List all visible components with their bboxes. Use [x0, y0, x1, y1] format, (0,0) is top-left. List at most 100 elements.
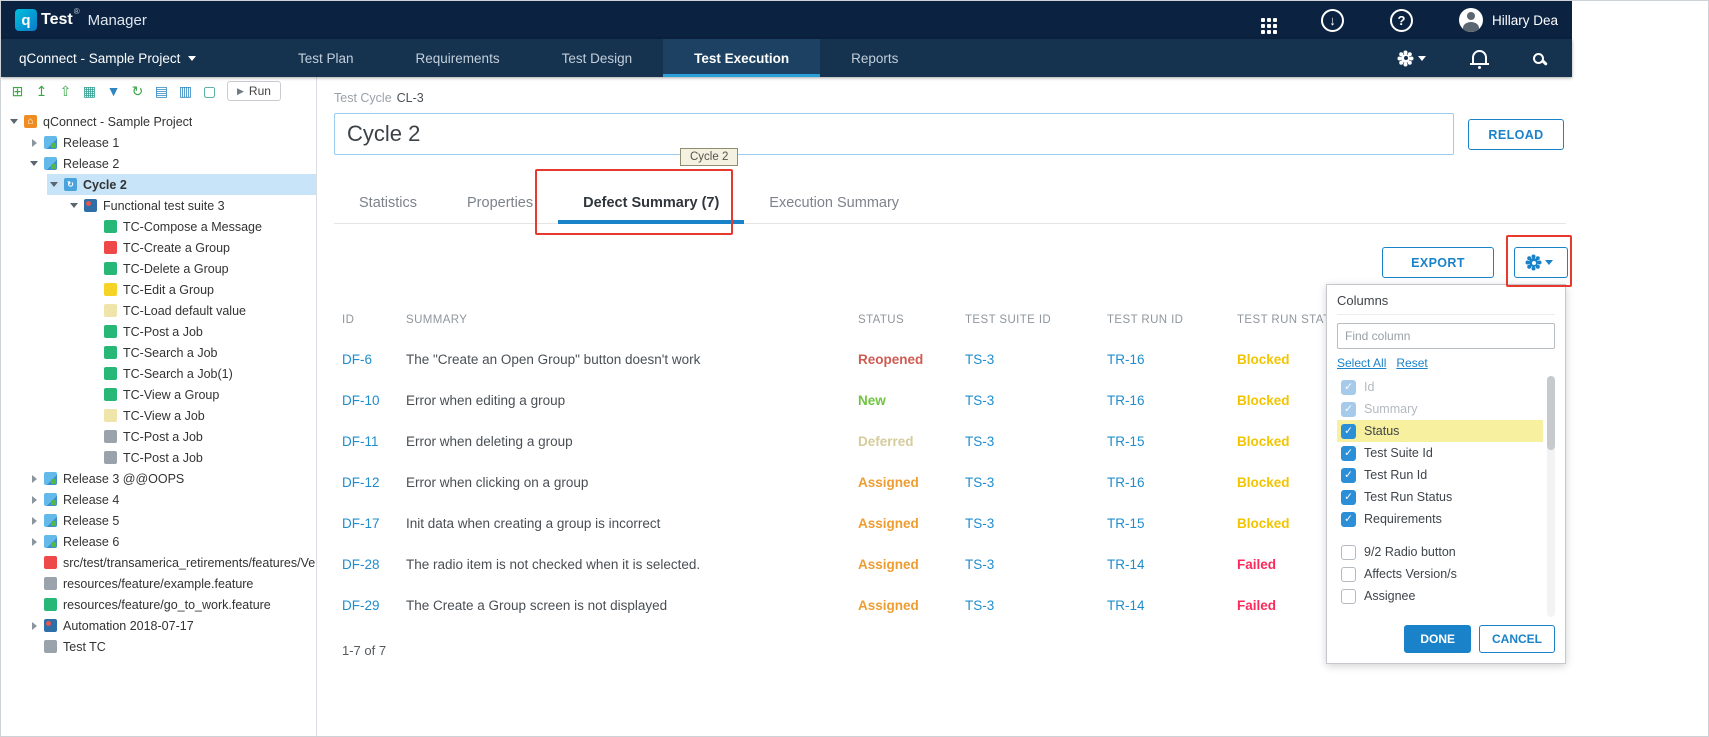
- defect-id-link[interactable]: DF-29: [342, 598, 406, 613]
- settings-menu[interactable]: [1401, 54, 1426, 63]
- tree-item[interactable]: TC-Post a Job: [87, 426, 316, 447]
- column-header[interactable]: SUMMARY: [406, 314, 858, 326]
- cancel-button[interactable]: CANCEL: [1479, 625, 1555, 653]
- tree-item[interactable]: TC-Post a Job: [87, 447, 316, 468]
- tree-item[interactable]: TC-Post a Job: [87, 321, 316, 342]
- checkbox[interactable]: [1341, 589, 1356, 604]
- nav-item[interactable]: Test Design: [531, 39, 664, 77]
- test-suite-link[interactable]: TS-3: [965, 516, 1107, 531]
- checkbox[interactable]: [1341, 512, 1356, 527]
- tree-item[interactable]: TC-Search a Job: [87, 342, 316, 363]
- column-option[interactable]: Test Run Status: [1337, 486, 1543, 508]
- column-header[interactable]: ID: [342, 314, 406, 326]
- reset-link[interactable]: Reset: [1396, 356, 1427, 370]
- test-suite-link[interactable]: TS-3: [965, 598, 1107, 613]
- tree-toggle-icon[interactable]: [27, 538, 41, 546]
- cycle-name-input[interactable]: [334, 113, 1454, 155]
- test-run-link[interactable]: TR-14: [1107, 598, 1237, 613]
- tree-toggle-icon[interactable]: [27, 496, 41, 504]
- tree-toggle-icon[interactable]: [27, 139, 41, 147]
- defect-id-link[interactable]: DF-28: [342, 557, 406, 572]
- tree-item[interactable]: Release 3 @@OOPS: [27, 468, 316, 489]
- defect-id-link[interactable]: DF-10: [342, 393, 406, 408]
- tab[interactable]: Defect Summary (7): [558, 183, 744, 223]
- tree-toggle-icon[interactable]: [47, 182, 61, 187]
- tree-toggle-icon[interactable]: [27, 517, 41, 525]
- test-suite-link[interactable]: TS-3: [965, 352, 1107, 367]
- user-menu[interactable]: Hillary Dea: [1459, 8, 1558, 32]
- select-all-link[interactable]: Select All: [1337, 356, 1386, 370]
- tree-item[interactable]: Cycle 2: [47, 174, 316, 195]
- tree-toggle-icon[interactable]: [27, 161, 41, 166]
- scrollbar-thumb[interactable]: [1547, 376, 1555, 450]
- notifications-bell-icon[interactable]: [1472, 50, 1487, 63]
- tree-item[interactable]: src/test/transamerica_retirements/featur…: [27, 552, 316, 573]
- tree-toggle-icon[interactable]: [7, 119, 21, 124]
- tree-item[interactable]: TC-Search a Job(1): [87, 363, 316, 384]
- tree-item[interactable]: resources/feature/go_to_work.feature: [27, 594, 316, 615]
- tree-toggle-icon[interactable]: [27, 622, 41, 630]
- tab[interactable]: Execution Summary: [744, 183, 924, 223]
- defect-id-link[interactable]: DF-17: [342, 516, 406, 531]
- tree-item[interactable]: TC-Delete a Group: [87, 258, 316, 279]
- test-suite-link[interactable]: TS-3: [965, 557, 1107, 572]
- checkbox[interactable]: [1341, 446, 1356, 461]
- test-run-link[interactable]: TR-15: [1107, 516, 1237, 531]
- tree-item[interactable]: Automation 2018-07-17: [27, 615, 316, 636]
- test-run-link[interactable]: TR-15: [1107, 434, 1237, 449]
- nav-item[interactable]: Test Plan: [267, 39, 385, 77]
- search-icon[interactable]: [1533, 53, 1544, 64]
- tree-item[interactable]: Release 1: [27, 132, 316, 153]
- column-option[interactable]: Test Run Id: [1337, 464, 1543, 486]
- test-run-link[interactable]: TR-14: [1107, 557, 1237, 572]
- defect-id-link[interactable]: DF-6: [342, 352, 406, 367]
- tree-item[interactable]: Release 2: [27, 153, 316, 174]
- column-option[interactable]: Summary: [1337, 398, 1543, 420]
- find-column-input[interactable]: [1337, 323, 1555, 349]
- test-run-link[interactable]: TR-16: [1107, 393, 1237, 408]
- column-header[interactable]: STATUS: [858, 314, 965, 326]
- nav-item[interactable]: Test Execution: [663, 39, 820, 77]
- help-icon[interactable]: [1390, 9, 1413, 32]
- datagrid-icon[interactable]: ▤: [153, 84, 170, 98]
- refresh-icon[interactable]: ↻: [129, 84, 146, 98]
- scrollbar[interactable]: [1547, 376, 1555, 617]
- defect-id-link[interactable]: DF-12: [342, 475, 406, 490]
- test-suite-link[interactable]: TS-3: [965, 434, 1107, 449]
- tree-toggle-icon[interactable]: [67, 203, 81, 208]
- apps-grid-icon[interactable]: [1261, 18, 1265, 22]
- tree-item[interactable]: qConnect - Sample Project: [7, 111, 316, 132]
- test-suite-link[interactable]: TS-3: [965, 475, 1107, 490]
- tree-item[interactable]: Release 6: [27, 531, 316, 552]
- tree-item[interactable]: Release 4: [27, 489, 316, 510]
- nav-item[interactable]: Requirements: [385, 39, 531, 77]
- export-button[interactable]: EXPORT: [1382, 247, 1494, 278]
- test-suite-link[interactable]: TS-3: [965, 393, 1107, 408]
- move-icon[interactable]: ⇧: [57, 84, 74, 98]
- test-run-link[interactable]: TR-16: [1107, 475, 1237, 490]
- column-option[interactable]: 9/2 Radio button: [1337, 541, 1543, 563]
- import-icon[interactable]: ↥: [33, 84, 50, 98]
- checkbox[interactable]: [1341, 402, 1356, 417]
- tab[interactable]: Properties: [442, 183, 558, 223]
- add-icon[interactable]: ⊞: [9, 84, 26, 98]
- defect-id-link[interactable]: DF-11: [342, 434, 406, 449]
- checkbox[interactable]: [1341, 468, 1356, 483]
- tree-item[interactable]: TC-Create a Group: [87, 237, 316, 258]
- done-button[interactable]: DONE: [1404, 625, 1471, 653]
- nav-item[interactable]: Reports: [820, 39, 929, 77]
- column-header[interactable]: TEST RUN ID: [1107, 314, 1237, 326]
- column-option[interactable]: Id: [1337, 376, 1543, 398]
- column-settings-button[interactable]: [1514, 247, 1568, 278]
- tree-item[interactable]: TC-Edit a Group: [87, 279, 316, 300]
- reload-button[interactable]: RELOAD: [1468, 119, 1564, 150]
- column-option[interactable]: Requirements: [1337, 508, 1543, 530]
- checkbox[interactable]: [1341, 545, 1356, 560]
- tree-item[interactable]: TC-View a Group: [87, 384, 316, 405]
- checkbox[interactable]: [1341, 567, 1356, 582]
- tree-item[interactable]: Functional test suite 3: [67, 195, 316, 216]
- tree-item[interactable]: resources/feature/example.feature: [27, 573, 316, 594]
- column-option[interactable]: Affects Version/s: [1337, 563, 1543, 585]
- report-icon[interactable]: ▥: [177, 84, 194, 98]
- suite-grid-icon[interactable]: ▦: [81, 84, 98, 98]
